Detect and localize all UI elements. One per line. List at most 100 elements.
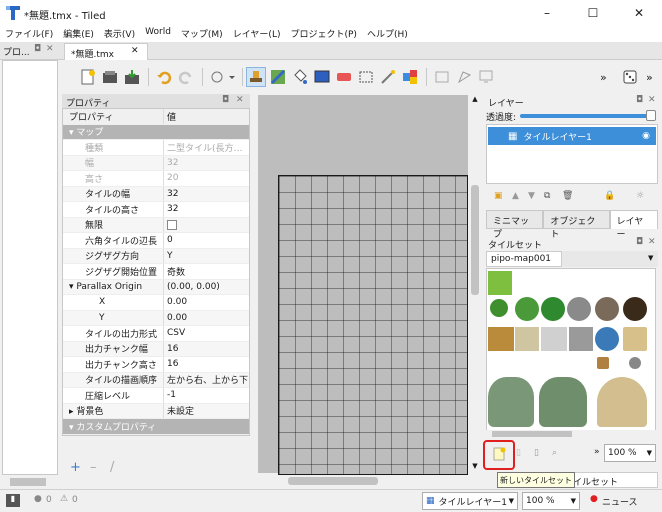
- map-vertical-scrollbar[interactable]: ▲ ▼: [469, 95, 481, 473]
- toolbar-overflow-2-icon[interactable]: »: [646, 71, 653, 84]
- property-group-row[interactable]: ▾ マップ: [63, 124, 249, 140]
- property-row[interactable]: 種類 二型タイル(長方…: [63, 140, 249, 156]
- property-value[interactable]: 0.00: [163, 310, 249, 325]
- tile-sand-mound[interactable]: [597, 377, 647, 427]
- property-value[interactable]: CSV: [163, 326, 249, 341]
- tile-stairs[interactable]: [515, 327, 539, 351]
- undo-icon[interactable]: [154, 67, 174, 87]
- dice-icon[interactable]: [620, 67, 640, 87]
- terrain-brush-icon[interactable]: [268, 67, 288, 87]
- duplicate-layer-icon[interactable]: ⧉: [544, 191, 550, 201]
- left-hscroll[interactable]: [2, 477, 58, 487]
- tileset-view[interactable]: [486, 268, 656, 436]
- tileset-hscroll[interactable]: [486, 430, 656, 438]
- rect-select-icon[interactable]: [356, 67, 376, 87]
- property-value[interactable]: 奇数: [163, 264, 249, 279]
- property-row[interactable]: 出力チャンク幅 16: [63, 341, 249, 357]
- fill-icon[interactable]: [290, 67, 310, 87]
- property-row[interactable]: ジグザグ開始位置 奇数: [63, 264, 249, 280]
- tileset-zoom-select[interactable]: 100 % ▼: [604, 444, 656, 462]
- tile-water[interactable]: [595, 327, 619, 351]
- close-button[interactable]: ✕: [616, 0, 662, 26]
- property-group-row[interactable]: ▾ カスタムプロパティ: [63, 419, 249, 435]
- property-value[interactable]: -1: [163, 388, 249, 403]
- property-value[interactable]: 32: [163, 202, 249, 217]
- tile-mountain[interactable]: [488, 377, 534, 427]
- tile-bridge[interactable]: [488, 327, 514, 351]
- property-value[interactable]: 16: [163, 341, 249, 356]
- visibility-eye-icon[interactable]: ◉: [642, 131, 650, 141]
- tile-hole[interactable]: [623, 297, 647, 321]
- property-value[interactable]: 0: [163, 233, 249, 248]
- property-value[interactable]: 未設定: [163, 403, 249, 418]
- tileset-menu-icon[interactable]: ▼: [648, 254, 653, 262]
- tile-sign[interactable]: [597, 357, 609, 369]
- doc-tab-close-icon[interactable]: ✕: [131, 46, 139, 56]
- tile-bush[interactable]: [490, 299, 508, 317]
- tile-stone[interactable]: [629, 357, 641, 369]
- property-value[interactable]: 32: [163, 186, 249, 201]
- property-row[interactable]: タイルの幅 32: [63, 186, 249, 202]
- property-value[interactable]: 20: [163, 171, 249, 186]
- tab-minimap[interactable]: ミニマップ: [486, 210, 544, 240]
- lock-layer-icon[interactable]: 🔒: [604, 191, 615, 201]
- add-property-icon[interactable]: +: [70, 460, 81, 475]
- move-layer-up-icon[interactable]: ▲: [512, 191, 519, 201]
- edit-polygon-icon[interactable]: [454, 67, 474, 87]
- tileset-tab[interactable]: pipo-map001: [486, 251, 562, 267]
- menu-map[interactable]: マップ(M): [176, 26, 228, 42]
- menu-help[interactable]: ヘルプ(H): [362, 26, 413, 42]
- new-layer-icon[interactable]: ▣: [494, 191, 503, 201]
- edit-tileset-icon[interactable]: ⌕: [552, 448, 557, 458]
- property-row[interactable]: X 0.00: [63, 295, 249, 311]
- remove-property-icon[interactable]: –: [90, 460, 97, 475]
- tile-rock[interactable]: [595, 297, 619, 321]
- embed-tileset-icon[interactable]: ▯: [516, 448, 521, 458]
- property-value[interactable]: (0.00, 0.00): [163, 279, 249, 294]
- scroll-down-icon[interactable]: ▼: [470, 462, 480, 472]
- float-icon[interactable]: ◘: [636, 237, 643, 247]
- menu-layer[interactable]: レイヤー(L): [228, 26, 286, 42]
- scroll-thumb[interactable]: [288, 477, 378, 485]
- property-row[interactable]: ▾ Parallax Origin (0.00, 0.00): [63, 279, 249, 295]
- menu-file[interactable]: ファイル(F): [0, 26, 58, 42]
- property-row[interactable]: タイルの高さ 32: [63, 202, 249, 218]
- eraser-icon[interactable]: [334, 67, 354, 87]
- float-icon[interactable]: ◘: [34, 44, 41, 54]
- menu-project[interactable]: プロジェクト(P): [285, 26, 361, 42]
- news-icon[interactable]: ●: [590, 494, 598, 504]
- opacity-slider[interactable]: [520, 114, 652, 118]
- object-select-icon[interactable]: [432, 67, 452, 87]
- layer-more-icon[interactable]: ☼: [636, 191, 644, 201]
- tile-mountain[interactable]: [539, 377, 587, 427]
- shape-fill-icon[interactable]: [312, 67, 332, 87]
- property-row[interactable]: タイルの出力形式 CSV: [63, 326, 249, 342]
- scroll-thumb[interactable]: [10, 478, 46, 486]
- tile-sand[interactable]: [623, 327, 647, 351]
- minimize-button[interactable]: –: [524, 0, 570, 26]
- close-icon[interactable]: ✕: [46, 44, 54, 54]
- infinite-checkbox[interactable]: [163, 217, 249, 232]
- property-row[interactable]: ▸ 背景色 未設定: [63, 403, 249, 419]
- menu-world[interactable]: World: [140, 26, 176, 42]
- opacity-slider-handle[interactable]: [646, 110, 656, 121]
- layer-item[interactable]: ▦ タイルレイヤー1 ◉: [488, 127, 656, 145]
- property-value[interactable]: Y: [163, 248, 249, 263]
- float-icon[interactable]: ◘: [222, 95, 229, 105]
- tile-bush[interactable]: [515, 297, 539, 321]
- property-row[interactable]: Y 0.00: [63, 310, 249, 326]
- delete-layer-icon[interactable]: 🗑: [562, 191, 573, 201]
- property-value[interactable]: 16: [163, 357, 249, 372]
- scroll-up-icon[interactable]: ▲: [470, 95, 480, 105]
- checkbox-icon[interactable]: [167, 219, 177, 230]
- edit-property-icon[interactable]: /: [110, 460, 114, 475]
- toolbar-overflow-icon[interactable]: »: [600, 71, 607, 84]
- move-layer-down-icon[interactable]: ▼: [528, 191, 535, 201]
- property-value[interactable]: 二型タイル(長方…: [163, 140, 249, 155]
- warning-icon[interactable]: ⚠: [60, 494, 68, 504]
- open-icon[interactable]: [100, 67, 120, 87]
- property-value[interactable]: 32: [163, 155, 249, 170]
- tab-objects[interactable]: オブジェクト: [543, 210, 610, 240]
- map-grid[interactable]: [278, 175, 468, 475]
- tile-wall[interactable]: [569, 327, 593, 351]
